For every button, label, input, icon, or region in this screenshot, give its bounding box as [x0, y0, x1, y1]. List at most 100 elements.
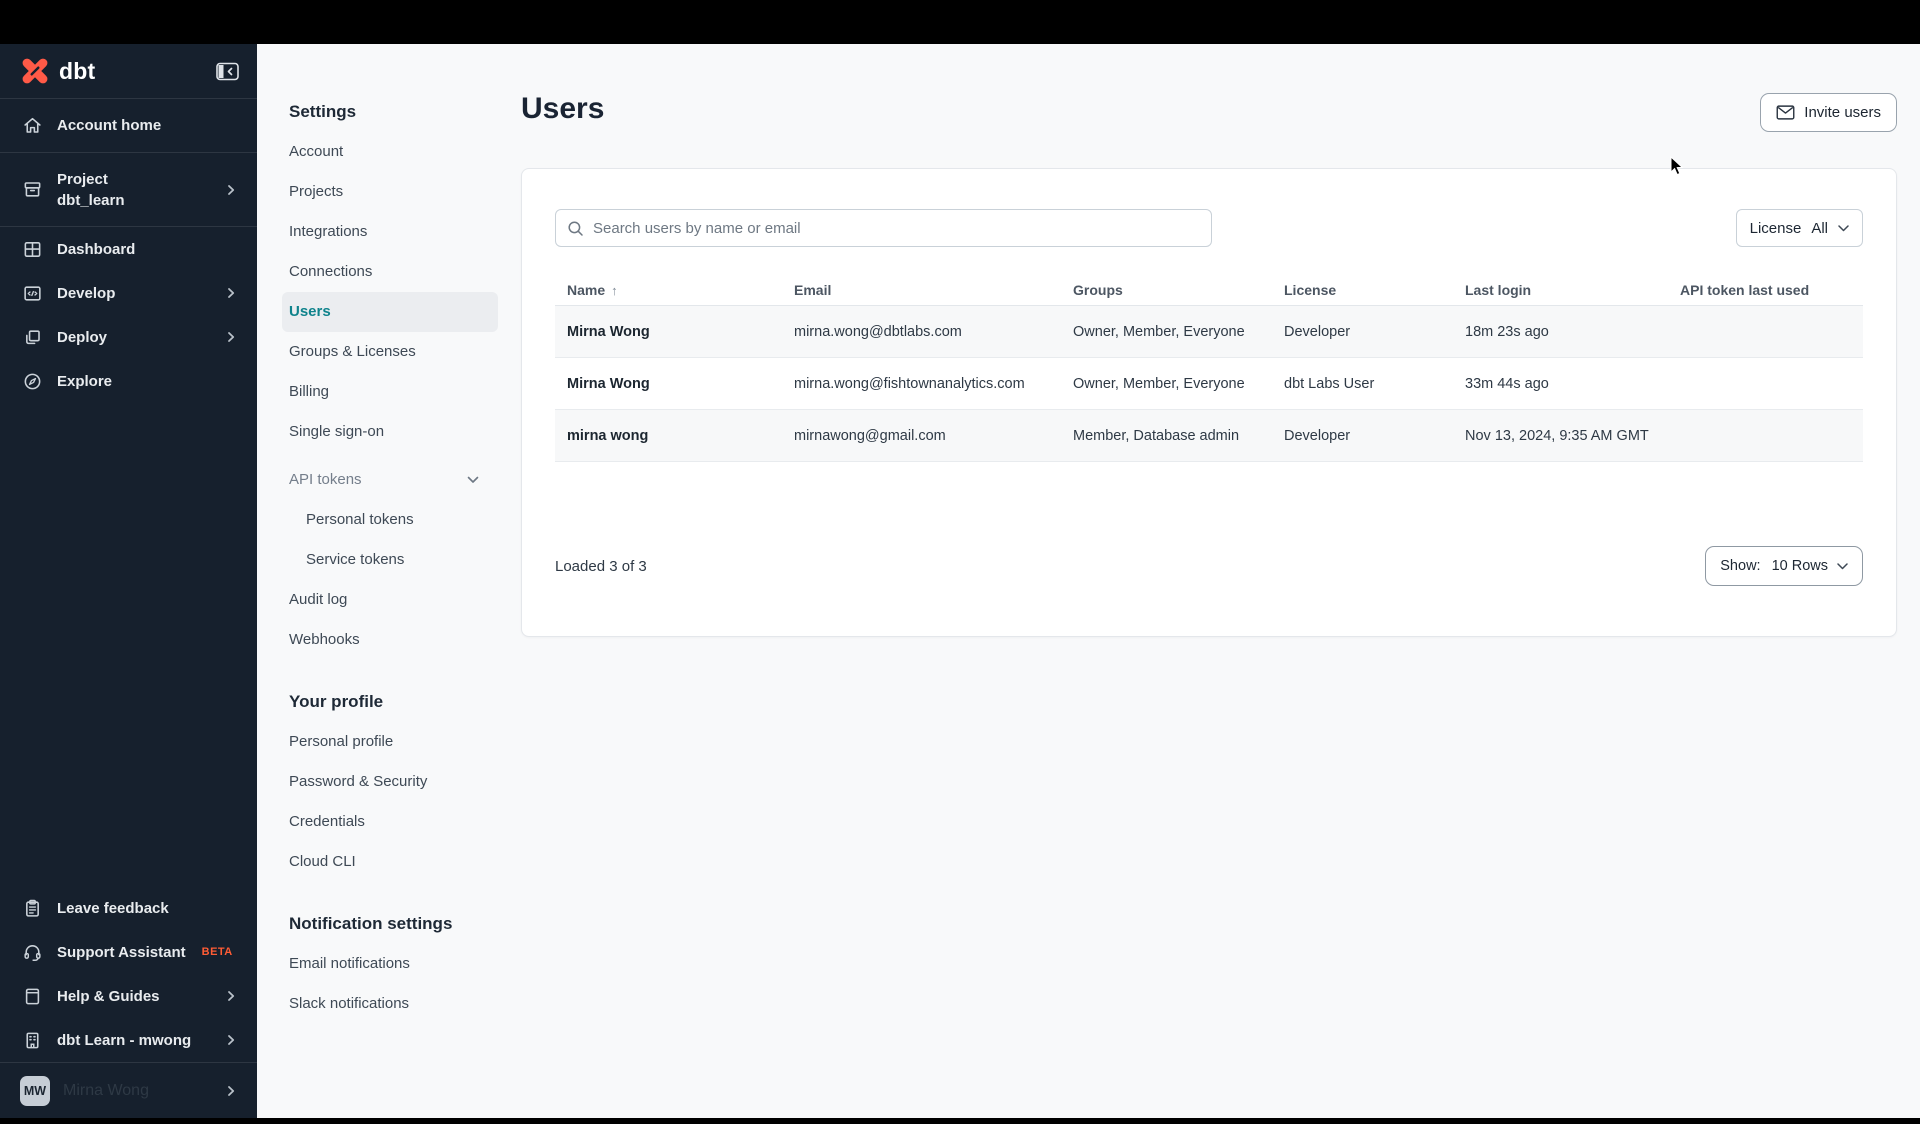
beta-badge: BETA: [201, 946, 233, 958]
cell-license: Developer: [1284, 427, 1351, 444]
user-name: Mirna Wong: [63, 1081, 149, 1099]
column-header-name[interactable]: Name ↑: [555, 282, 782, 298]
settings-nav-item-groups-licenses[interactable]: Groups & Licenses: [289, 332, 521, 372]
users-table: Name ↑ Email Groups License Last login AP…: [555, 275, 1863, 462]
explore-icon: [24, 373, 41, 389]
sidebar-item-dbt-learn[interactable]: dbt Learn - mwong: [0, 1018, 257, 1062]
dashboard-icon: [24, 241, 41, 257]
show-value: 10 Rows: [1771, 558, 1828, 574]
settings-nav-item-account[interactable]: Account: [289, 132, 521, 172]
main-content: Users Invite users License All: [520, 44, 1920, 1118]
users-card: License All Name ↑ Email Groups License L…: [521, 168, 1897, 637]
cell-name: mirna wong: [567, 427, 649, 444]
sidebar-item-dashboard[interactable]: Dashboard: [0, 227, 257, 271]
sort-ascending-icon: ↑: [611, 283, 618, 298]
settings-nav-item-email-notifications[interactable]: Email notifications: [289, 944, 521, 984]
cell-license: dbt Labs User: [1284, 375, 1375, 392]
chevron-right-icon: [223, 988, 239, 1004]
column-header-license[interactable]: License: [1272, 282, 1453, 298]
sidebar-item-support-assistant[interactable]: Support Assistant BETA: [0, 930, 257, 974]
develop-icon: [24, 285, 41, 301]
table-row[interactable]: Mirna Wong mirna.wong@dbtlabs.com Owner,…: [555, 306, 1863, 358]
settings-nav-item-service-tokens[interactable]: Service tokens: [289, 540, 521, 580]
settings-nav-item-billing[interactable]: Billing: [289, 372, 521, 412]
sidebar-item-label: Develop: [57, 284, 116, 302]
settings-nav-item-api-tokens[interactable]: API tokens: [289, 460, 479, 500]
settings-nav-item-cloud-cli[interactable]: Cloud CLI: [289, 842, 521, 882]
home-icon: [24, 117, 41, 133]
sidebar-item-deploy[interactable]: Deploy: [0, 315, 257, 359]
project-labels: Project dbt_learn: [57, 170, 125, 210]
building-icon: [26, 1032, 39, 1048]
settings-nav-item-slack-notifications[interactable]: Slack notifications: [289, 984, 521, 1024]
avatar: MW: [20, 1075, 50, 1106]
license-filter-label: License: [1749, 219, 1802, 237]
headset-icon: [24, 944, 41, 961]
envelope-icon: [1776, 105, 1795, 120]
cell-last-login: Nov 13, 2024, 9:35 AM GMT: [1465, 427, 1649, 444]
sidebar-user-menu[interactable]: MW Mirna Wong: [0, 1062, 257, 1118]
settings-nav-item-connections[interactable]: Connections: [289, 252, 521, 292]
sidebar-item-label: Deploy: [57, 328, 108, 346]
sidebar-item-label: Account home: [57, 117, 162, 134]
loaded-count-text: Loaded 3 of 3: [555, 557, 647, 575]
settings-nav-item-credentials[interactable]: Credentials: [289, 802, 521, 842]
settings-nav-item-single-sign-on[interactable]: Single sign-on: [289, 412, 521, 452]
sidebar-item-develop[interactable]: Develop: [0, 271, 257, 315]
dbt-logo-icon: [22, 58, 48, 84]
settings-nav-item-audit-log[interactable]: Audit log: [289, 580, 521, 620]
sidebar-item-project[interactable]: Project dbt_learn: [0, 153, 257, 227]
sidebar-item-label: Explore: [57, 372, 113, 390]
cell-email: mirna.wong@fishtownanalytics.com: [794, 375, 1025, 392]
column-header-groups[interactable]: Groups: [1061, 282, 1272, 298]
chevron-right-icon: [223, 329, 239, 345]
cell-last-login: 33m 44s ago: [1465, 375, 1549, 392]
notification-settings-heading: Notification settings: [289, 914, 453, 933]
sidebar-item-account-home[interactable]: Account home: [0, 99, 257, 153]
rows-per-page-dropdown[interactable]: Show: 10 Rows: [1705, 546, 1863, 586]
settings-nav-item-integrations[interactable]: Integrations: [289, 212, 521, 252]
table-row[interactable]: mirna wong mirnawong@gmail.com Member, D…: [555, 410, 1863, 462]
deploy-icon: [26, 329, 40, 344]
search-icon: [567, 220, 584, 237]
sidebar-item-explore[interactable]: Explore: [0, 359, 257, 403]
column-header-label: Name: [567, 282, 606, 298]
project-name: dbt_learn: [57, 191, 125, 209]
cell-email: mirnawong@gmail.com: [794, 427, 946, 444]
table-footer: Loaded 3 of 3 Show: 10 Rows: [555, 546, 1863, 586]
invite-users-label: Invite users: [1804, 104, 1881, 121]
api-tokens-label: API tokens: [289, 471, 362, 488]
license-filter-dropdown[interactable]: License All: [1735, 209, 1863, 247]
settings-nav-item-personal-profile[interactable]: Personal profile: [289, 722, 521, 762]
chevron-right-icon: [223, 1032, 239, 1048]
sidebar-item-help-guides[interactable]: Help & Guides: [0, 974, 257, 1018]
settings-nav-item-webhooks[interactable]: Webhooks: [289, 620, 521, 660]
sidebar-item-leave-feedback[interactable]: Leave feedback: [0, 886, 257, 930]
settings-nav-item-personal-tokens[interactable]: Personal tokens: [289, 500, 521, 540]
clipboard-icon: [26, 899, 39, 917]
settings-nav-item-users[interactable]: Users: [282, 292, 498, 332]
cell-name: Mirna Wong: [567, 375, 650, 392]
sidebar-item-label: Support Assistant: [57, 943, 186, 961]
project-icon: [24, 182, 41, 197]
search-input[interactable]: [556, 210, 1211, 246]
column-header-api-token-last-used[interactable]: API token last used: [1668, 282, 1863, 298]
cell-last-login: 18m 23s ago: [1465, 323, 1549, 340]
chevron-right-icon: [223, 1083, 239, 1099]
settings-nav-item-projects[interactable]: Projects: [289, 172, 521, 212]
page-title: Users: [521, 92, 605, 125]
table-row[interactable]: Mirna Wong mirna.wong@fishtownanalytics.…: [555, 358, 1863, 410]
invite-users-button[interactable]: Invite users: [1760, 93, 1897, 132]
settings-heading: Settings: [289, 102, 357, 121]
sidebar-item-label: Help & Guides: [57, 987, 160, 1005]
collapse-sidebar-icon[interactable]: [216, 62, 239, 81]
column-header-last-login[interactable]: Last login: [1453, 282, 1668, 298]
window-top-bar: [0, 0, 1920, 44]
settings-nav-item-password-security[interactable]: Password & Security: [289, 762, 521, 802]
chevron-down-icon: [1837, 562, 1848, 570]
dbt-logo: dbt: [20, 56, 95, 86]
cell-license: Developer: [1284, 323, 1351, 340]
column-header-email[interactable]: Email: [782, 282, 1061, 298]
your-profile-heading: Your profile: [289, 692, 384, 711]
license-filter-value: All: [1811, 219, 1828, 237]
